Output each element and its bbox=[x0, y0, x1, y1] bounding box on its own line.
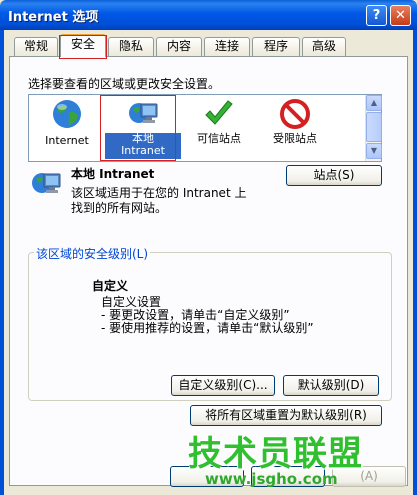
window-frame-right bbox=[413, 30, 417, 495]
tab-security[interactable]: 安全 bbox=[60, 34, 106, 57]
close-button[interactable]: ✕ bbox=[390, 5, 411, 26]
local-intranet-icon bbox=[32, 173, 61, 193]
window-frame-left bbox=[0, 30, 4, 495]
zone-list[interactable]: Internet 本地 Intranet 可信站点 受限站点 ▲ ▼ bbox=[28, 94, 382, 162]
select-zone-label: 选择要查看的区域或更改安全设置。 bbox=[28, 77, 221, 91]
zone-info-description-2: 找到的所有网站。 bbox=[71, 201, 168, 215]
tab-general[interactable]: 常规 bbox=[14, 37, 58, 56]
checkmark-icon bbox=[205, 100, 233, 125]
zone-internet-label: Internet bbox=[45, 134, 89, 147]
zone-internet[interactable]: Internet bbox=[29, 95, 105, 159]
zone-list-scrollbar[interactable]: ▲ ▼ bbox=[365, 95, 382, 161]
zone-trusted-sites[interactable]: 可信站点 bbox=[181, 95, 257, 159]
local-intranet-icon bbox=[129, 103, 158, 123]
globe-icon bbox=[53, 100, 81, 128]
reset-all-zones-button[interactable]: 将所有区域重置为默认级别(R) bbox=[190, 405, 382, 426]
scroll-thumb[interactable] bbox=[366, 112, 382, 142]
zone-restricted-sites-label: 受限站点 bbox=[273, 132, 317, 145]
tab-advanced[interactable]: 高级 bbox=[302, 37, 346, 56]
watermark-logo-text: 技术员联盟 bbox=[188, 434, 363, 474]
title-bar[interactable]: Internet 选项 ? ✕ bbox=[0, 0, 417, 30]
scroll-up-button[interactable]: ▲ bbox=[366, 95, 382, 111]
help-button[interactable]: ? bbox=[366, 5, 387, 26]
arrow-up-icon: ▲ bbox=[370, 98, 378, 107]
zone-local-intranet[interactable]: 本地 Intranet bbox=[105, 95, 181, 159]
security-level-group-title: 该区域的安全级别(L) bbox=[34, 245, 151, 262]
security-level-name: 自定义 bbox=[92, 279, 129, 293]
custom-level-button[interactable]: 自定义级别(C)... bbox=[171, 375, 275, 396]
zone-local-intranet-label: 本地 Intranet bbox=[105, 133, 181, 159]
restricted-icon bbox=[280, 99, 310, 129]
tab-privacy[interactable]: 隐私 bbox=[108, 37, 154, 56]
tab-programs[interactable]: 程序 bbox=[252, 37, 300, 56]
zone-trusted-sites-label: 可信站点 bbox=[197, 132, 241, 145]
default-level-button[interactable]: 默认级别(D) bbox=[283, 375, 379, 396]
tab-content[interactable]: 内容 bbox=[156, 37, 202, 56]
window-title: Internet 选项 bbox=[8, 10, 99, 25]
sites-button[interactable]: 站点(S) bbox=[286, 165, 382, 186]
security-level-line-3: - 要使用推荐的设置，请单击“默认级别” bbox=[101, 321, 314, 335]
arrow-down-icon: ▼ bbox=[370, 146, 378, 155]
watermark-url: www.jsgho.com bbox=[205, 470, 338, 488]
zone-info-title: 本地 Intranet bbox=[71, 167, 155, 181]
scroll-down-button[interactable]: ▼ bbox=[366, 143, 382, 159]
close-icon: ✕ bbox=[395, 8, 406, 23]
zone-restricted-sites[interactable]: 受限站点 bbox=[257, 95, 333, 159]
help-icon: ? bbox=[372, 8, 381, 23]
tab-connections[interactable]: 连接 bbox=[204, 37, 250, 56]
